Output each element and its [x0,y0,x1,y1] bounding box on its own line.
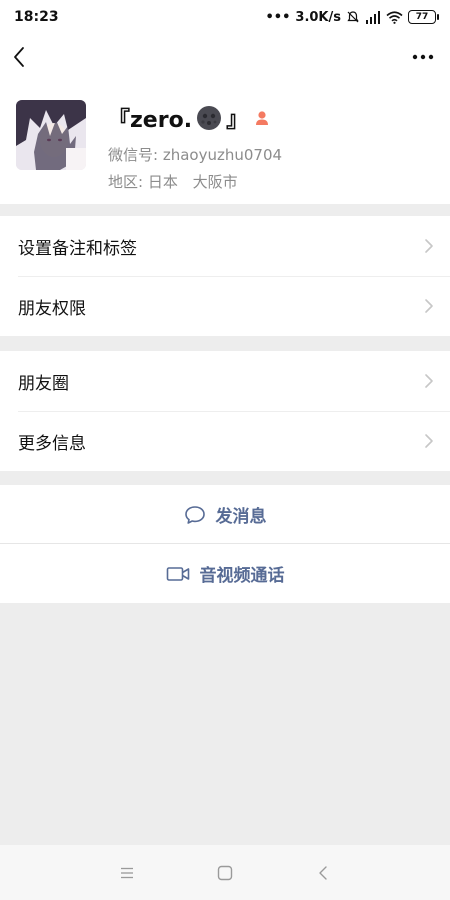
signal-icon [366,10,380,24]
chevron-right-icon [425,434,433,448]
square-home-icon [217,865,233,880]
system-back-button[interactable] [312,862,334,884]
wechat-id-label: 微信号: [108,146,159,164]
menu-item-label: 更多信息 [18,433,86,454]
menu-item-label: 朋友圈 [18,373,69,394]
video-call-label: 音视频通话 [199,566,285,586]
status-bar: 18:23 ••• 3.0K/s 77 [0,0,450,34]
avatar-image [16,100,86,170]
back-button[interactable] [12,45,36,69]
wechat-id-line: 微信号: zhaoyuzhu0704 [108,144,282,165]
nickname-suffix: 』 [226,108,249,133]
mute-bell-icon [347,11,359,23]
chevron-right-icon [425,299,433,313]
menu-item-remarks-tags[interactable]: 设置备注和标签 [0,216,450,276]
nav-bar [0,34,450,80]
menu-item-moments[interactable]: 朋友圈 [0,351,450,411]
battery-level: 77 [415,12,429,22]
female-icon [256,111,269,125]
network-speed: 3.0K/s [295,9,341,25]
region-line: 地区: 日本 大阪市 [108,171,282,192]
menu-item-more-info[interactable]: 更多信息 [0,411,450,471]
region-city: 大阪市 [192,173,238,191]
more-dots-icon [412,54,434,60]
chevron-right-icon [425,239,433,253]
dots-icon: ••• [265,9,291,25]
profile-header: 『zero. 』 微信号: zhaoyuzhu0704 地区: 日本 大阪市 [0,80,450,204]
region-country: 日本 [147,173,178,191]
wechat-id-value: zhaoyuzhu0704 [162,146,283,164]
profile-info: 『zero. 』 微信号: zhaoyuzhu0704 地区: 日本 大阪市 [108,100,282,192]
menu-item-friend-permissions[interactable]: 朋友权限 [0,276,450,336]
new-moon-face-icon [197,106,222,130]
menu-group-settings: 设置备注和标签 朋友权限 [0,216,450,336]
menu-item-label: 朋友权限 [18,298,86,319]
nickname-prefix: 『zero. [108,108,193,133]
back-triangle-icon [319,865,327,880]
chat-bubble-icon [184,505,205,524]
chevron-right-icon [425,374,433,388]
nickname-row: 『zero. 』 [108,102,282,134]
more-button[interactable] [408,45,438,69]
avatar[interactable] [16,100,86,170]
region-label: 地区: [108,173,144,191]
video-camera-icon [166,566,189,581]
battery-icon: 77 [408,10,439,24]
status-time: 18:23 [14,9,59,25]
wifi-icon [386,10,403,24]
send-message-label: 发消息 [215,507,267,527]
video-call-button[interactable]: 音视频通话 [0,544,450,603]
home-button[interactable] [214,862,236,884]
menu-item-label: 设置备注和标签 [18,238,137,259]
chevron-left-icon [14,47,24,67]
hamburger-icon [121,867,133,878]
send-message-button[interactable]: 发消息 [0,485,450,544]
menu-group-moments: 朋友圈 更多信息 [0,351,450,471]
menu-button[interactable] [116,862,138,884]
status-indicators: ••• 3.0K/s 77 [265,9,439,25]
system-nav-bar [0,845,450,900]
